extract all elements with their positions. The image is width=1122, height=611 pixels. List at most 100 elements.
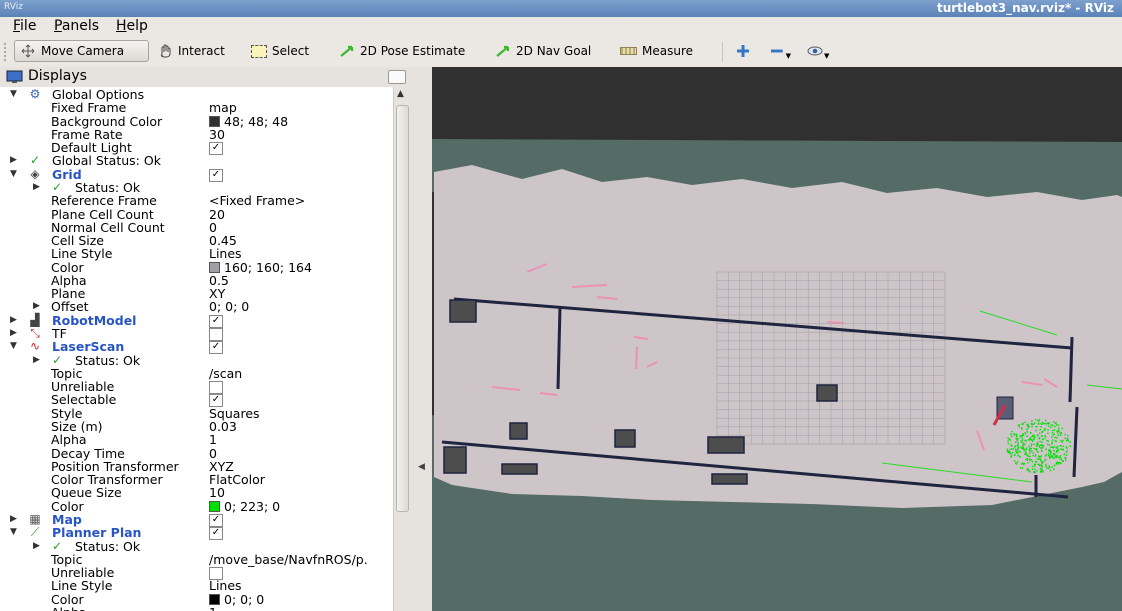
tree-row-value[interactable]: FlatColor [209,473,265,486]
menu-help[interactable]: Help [116,18,148,34]
expand-arrow-right-icon[interactable]: ▶ [33,354,40,367]
tree-row-value[interactable]: 0; 0; 0 [209,300,249,313]
tree-row[interactable]: Selectable ✓ [0,393,393,408]
laser-point [1056,450,1058,452]
tree-row-value[interactable]: 0.5 [209,274,229,287]
tree-row-value[interactable]: 0.45 [209,234,237,247]
tree-row[interactable]: ▼ ∿ LaserScan ✓ [0,340,393,355]
enable-checkbox[interactable]: ✓ [209,513,223,527]
tree-row-value[interactable]: Lines [209,247,242,260]
expand-arrow-down-icon[interactable]: ▼ [10,88,17,101]
enable-checkbox[interactable] [209,328,223,342]
expand-arrow-right-icon[interactable]: ▶ [10,314,17,327]
tree-row-value[interactable]: XY [209,287,225,300]
laser-point [1034,460,1037,463]
tree-row[interactable]: Alpha 1 [0,433,393,446]
expand-arrow-right-icon[interactable]: ▶ [33,181,40,194]
tree-row[interactable]: Reference Frame <Fixed Frame> [0,194,393,207]
scroll-up-arrow-icon[interactable]: ▲ [397,89,404,99]
tree-row-value[interactable]: 10 [209,486,225,499]
expand-arrow-right-icon[interactable]: ▶ [10,327,17,340]
laser-point [1051,439,1054,441]
expand-arrow-right-icon[interactable]: ▶ [33,300,40,313]
tree-row-value[interactable]: <Fixed Frame> [209,194,305,207]
tree-row-value[interactable]: Squares [209,407,260,420]
tree-row[interactable]: Queue Size 10 [0,486,393,499]
tree-row-value[interactable]: Lines [209,579,242,592]
tree-scrollbar[interactable]: ▲ [393,87,410,611]
select-tool[interactable]: Select [246,40,319,62]
tree-row-value[interactable]: XYZ [209,460,234,473]
remove-tool-button[interactable]: ▼ [764,40,796,62]
tree-row[interactable]: Decay Time 0 [0,447,393,460]
laser-point [1042,446,1044,449]
view-tool-button[interactable]: ▼ [802,40,836,62]
tree-row-value[interactable]: 160; 160; 164 [209,261,312,274]
laser-point [1069,445,1071,447]
tree-row[interactable]: Line Style Lines [0,579,393,592]
tree-row[interactable]: Color 160; 160; 164 [0,261,393,274]
laser-point [1017,450,1020,452]
panel-float-button[interactable] [388,70,406,84]
tree-row-value[interactable]: 48; 48; 48 [209,115,288,128]
nav-goal-tool[interactable]: 2D Nav Goal [490,40,600,62]
move-camera-tool[interactable]: Move Camera [14,40,149,62]
3d-viewport[interactable] [432,67,1122,611]
expand-arrow-right-icon[interactable]: ▶ [33,540,40,553]
tree-row-value[interactable]: 0 [209,221,217,234]
tree-row[interactable]: Alpha 1 [0,606,393,611]
enable-checkbox[interactable] [209,381,223,395]
tree-row-label: Unreliable [51,565,115,581]
tree-row[interactable]: ▶ Offset 0; 0; 0 [0,300,393,313]
tree-row[interactable]: Fixed Frame map [0,101,393,114]
tree-row[interactable]: Line Style Lines [0,247,393,260]
tree-row-value[interactable]: map [209,101,237,114]
enable-checkbox[interactable]: ✓ [209,314,223,328]
interact-tool[interactable]: Interact [152,40,234,62]
tree-row-value[interactable]: 0; 0; 0 [209,593,264,606]
laser-point [1015,452,1018,454]
tree-row-value[interactable]: /scan [209,367,242,380]
pose-estimate-tool[interactable]: 2D Pose Estimate [334,40,476,62]
expand-arrow-down-icon[interactable]: ▼ [10,526,17,539]
scroll-thumb[interactable] [396,105,409,512]
tree-row-label: Reference Frame [51,193,157,209]
tree-row-value[interactable]: 1 [209,433,217,446]
tree-row-value[interactable]: 0; 223; 0 [209,500,280,513]
tree-row-value[interactable]: 20 [209,208,225,221]
tree-row[interactable]: Plane Cell Count 20 [0,208,393,221]
enable-checkbox[interactable]: ✓ [209,142,223,156]
toolbar-grip[interactable] [4,43,9,61]
expand-arrow-right-icon[interactable]: ▶ [10,154,17,167]
tree-row[interactable]: Background Color 48; 48; 48 [0,115,393,128]
tree-row-value[interactable]: 30 [209,128,225,141]
tree-row[interactable]: Color 0; 0; 0 [0,593,393,606]
menu-file[interactable]: File [13,18,36,34]
tree-row[interactable]: ▼ ⟋ Planner Plan ✓ [0,526,393,541]
displays-tree[interactable]: ▼ ⚙ Global Options Fixed Frame map Background… [0,87,393,611]
tree-row[interactable]: ▶ ✓ Global Status: Ok [0,154,393,168]
measure-tool[interactable]: Measure [615,40,705,62]
expand-arrow-right-icon[interactable]: ▶ [10,513,17,526]
enable-checkbox[interactable]: ✓ [209,341,223,355]
tree-row-value[interactable]: 1 [209,606,217,611]
expand-arrow-down-icon[interactable]: ▼ [10,168,17,181]
tree-row[interactable]: Color 0; 223; 0 [0,500,393,513]
add-tool-button[interactable] [730,40,756,62]
tree-row-value[interactable]: 0.03 [209,420,237,433]
pose-estimate-label: 2D Pose Estimate [360,44,466,58]
laser-point [1029,471,1031,473]
enable-checkbox[interactable]: ✓ [209,527,223,541]
enable-checkbox[interactable]: ✓ [209,168,223,182]
tree-row-value[interactable]: 0 [209,447,217,460]
laser-point [1027,427,1029,429]
tree-row[interactable]: ▶ ✓ Status: Ok [0,353,393,367]
laser-point [1015,463,1018,465]
menu-panels[interactable]: Panels [54,18,99,34]
expand-arrow-down-icon[interactable]: ▼ [10,340,17,353]
tree-row-value[interactable]: /move_base/NavfnROS/p. [209,553,368,566]
tree-row[interactable]: ▼ ◈ Grid ✓ [0,167,393,182]
laser-point [1047,432,1049,434]
collapse-left-arrow-icon[interactable]: ◀ [418,462,425,472]
panel-splitter[interactable]: ◀ [410,67,432,611]
